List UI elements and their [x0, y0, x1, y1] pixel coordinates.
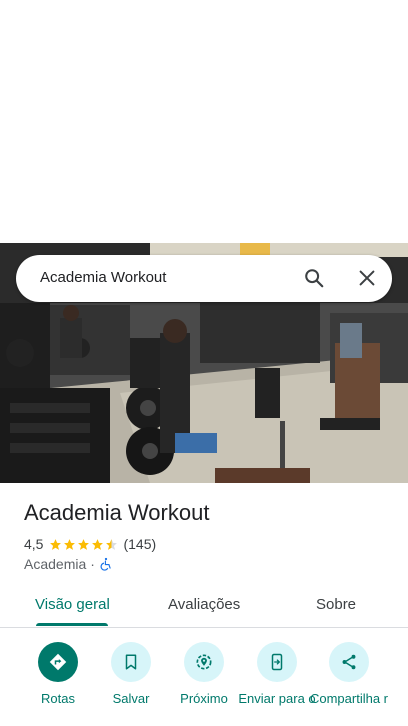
tab-about[interactable]: Sobre — [316, 596, 356, 613]
rating-value: 4,5 — [24, 536, 44, 552]
directions-icon-circle — [38, 642, 78, 682]
star-half-icon — [106, 538, 118, 550]
nearby-label: Próximo — [180, 691, 228, 706]
star-rating — [49, 538, 119, 551]
active-tab-indicator — [36, 623, 108, 626]
share-label: Compartilha r — [309, 691, 389, 706]
search-bar[interactable]: Academia Workout — [16, 255, 392, 302]
nearby-button[interactable]: Próximo — [164, 640, 244, 706]
search-input[interactable]: Academia Workout — [40, 269, 166, 286]
send-to-phone-icon-circle — [257, 642, 297, 682]
category-separator: · — [90, 556, 95, 572]
star-icon — [50, 538, 62, 550]
send-to-phone-button[interactable]: Enviar para o — [237, 640, 317, 706]
share-button[interactable]: Compartilha r — [309, 640, 389, 706]
share-icon-circle — [329, 642, 369, 682]
close-icon[interactable] — [356, 267, 378, 289]
tab-overview[interactable]: Visão geral — [35, 596, 110, 613]
star-icon — [64, 538, 76, 550]
star-icon — [78, 538, 90, 550]
directions-icon — [49, 653, 67, 671]
place-title: Academia Workout — [24, 500, 210, 525]
nearby-icon-circle — [184, 642, 224, 682]
share-icon — [342, 654, 356, 670]
save-label: Salvar — [112, 691, 150, 706]
rating-row[interactable]: 4,5 (145) — [24, 536, 156, 552]
directions-label: Rotas — [41, 691, 75, 706]
send-to-phone-icon — [271, 653, 283, 671]
directions-button[interactable]: Rotas — [18, 640, 98, 706]
star-icon — [92, 538, 104, 550]
bookmark-icon — [125, 654, 137, 670]
category-row: Academia · — [24, 556, 113, 572]
action-buttons: Rotas Salvar Próximo Enviar para o Compa… — [0, 640, 408, 726]
save-icon-circle — [111, 642, 151, 682]
nearby-icon — [196, 654, 212, 670]
wheelchair-accessible-icon — [100, 557, 111, 571]
tab-reviews[interactable]: Avaliações — [168, 596, 240, 613]
tab-bar: Visão geral Avaliações Sobre — [0, 585, 408, 628]
map-area-blank — [0, 0, 408, 243]
place-category: Academia — [24, 556, 87, 572]
search-icon[interactable] — [303, 267, 325, 289]
review-count[interactable]: (145) — [123, 536, 156, 552]
save-button[interactable]: Salvar — [91, 640, 171, 706]
send-to-phone-label: Enviar para o — [238, 691, 316, 706]
